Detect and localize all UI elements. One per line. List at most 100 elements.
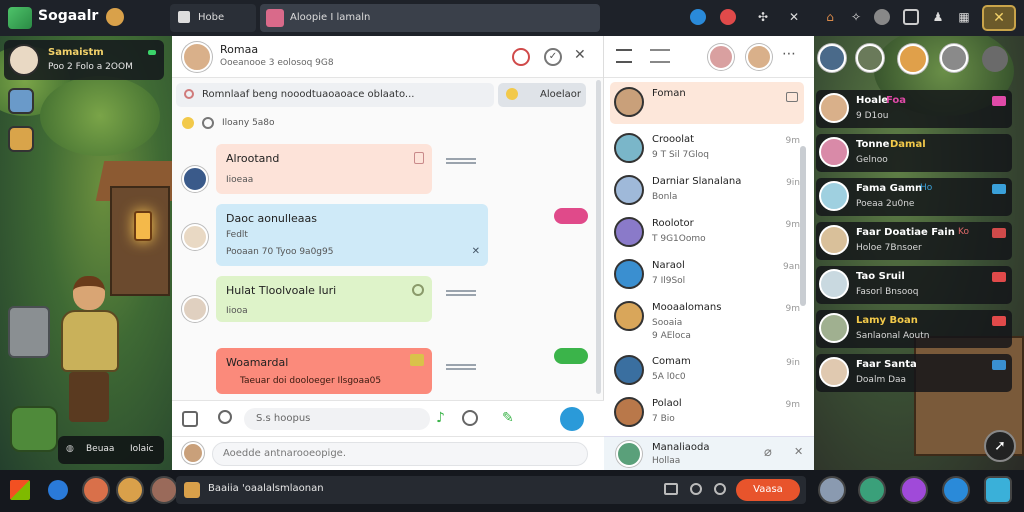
close-icon[interactable]: ✕ (472, 246, 480, 257)
shield-icon (414, 152, 424, 164)
contact-row[interactable]: Darniar Slanalana Bonla 9in (610, 170, 804, 212)
window-icon[interactable] (903, 9, 919, 25)
tools-icon[interactable]: ✧ (848, 9, 864, 25)
party-avatar[interactable] (818, 44, 846, 72)
app-menu-icon[interactable] (106, 8, 124, 26)
close-chat-icon[interactable]: ✕ (574, 47, 586, 63)
record-icon[interactable] (690, 483, 702, 495)
contact-avatar (616, 441, 642, 467)
friend-row[interactable]: Hoale Foa 9 D1ou (816, 90, 1012, 128)
contact-avatar (614, 133, 644, 163)
grid-icon[interactable]: ▦ (956, 9, 972, 25)
pinned-secondary[interactable]: Aloelaor (498, 83, 586, 107)
emoji-icon[interactable] (462, 410, 478, 426)
friend-row[interactable]: Tao Sruil Fasorl Bnsooq (816, 266, 1012, 304)
message-bubble[interactable]: Alrootand Iioeaa (216, 144, 432, 194)
pencil-icon[interactable]: ✎ (502, 410, 514, 426)
search-input[interactable]: S.s hoopus (244, 408, 430, 430)
contact-row[interactable]: Comam 5A l0c0 9in (610, 350, 804, 392)
extensions-icon[interactable]: ✣ (755, 9, 771, 25)
cursor-action-button[interactable]: ➚ (984, 430, 1016, 462)
friend-row[interactable]: Faar Doatiae Fain Ko Holoe 7Bnsoer (816, 222, 1012, 260)
taskbar-app-icon[interactable] (942, 476, 970, 504)
tab-home[interactable]: Hobe (170, 4, 256, 32)
more-icon[interactable]: ⋯ (782, 46, 796, 62)
sender-avatar[interactable] (182, 224, 208, 250)
pinned-message[interactable]: Romnlaaf beng nooodtuaoaoace oblaato... (176, 83, 494, 107)
send-button[interactable] (560, 407, 584, 431)
notification-bar[interactable]: Baaiia 'oaalalsmlaonan Vaasa (176, 476, 806, 504)
music-icon[interactable]: ♪ (436, 410, 445, 426)
message-input[interactable]: Aoedde antnarooeopige. (212, 442, 588, 466)
taskbar-app-icon[interactable] (900, 476, 928, 504)
message-bubble[interactable]: Daoc aonulleaas Fedlt Pooaan 70 Tyoo 9a0… (216, 204, 488, 266)
group-avatar[interactable] (708, 44, 734, 70)
badge-icon (410, 354, 424, 366)
top-bar: Sogaalr Hobe Aloopie I lamaln ✣ ✕ ⌂ ✧ ♟ … (0, 0, 1024, 36)
sync-icon[interactable] (714, 483, 726, 495)
message-bubble[interactable]: Hulat Tloolvoale Iuri Iiooa (216, 276, 432, 322)
contact-row[interactable]: Naraol 7 Il9Sol 9an (610, 254, 804, 296)
taskbar-app-icon[interactable] (818, 476, 846, 504)
check-icon[interactable]: ✓ (544, 48, 562, 66)
taskview-icon[interactable] (48, 480, 68, 500)
message-bubble[interactable]: Woamardal Taeuar doi dooloeger Ilsgoaa05 (216, 348, 432, 394)
taskbar-app-icon[interactable] (984, 476, 1012, 504)
notification-text: Baaiia 'oaalalsmlaonan (208, 483, 324, 494)
notification-icon[interactable] (720, 9, 736, 25)
reaction-badge[interactable] (554, 208, 588, 224)
chat-scrollbar[interactable] (596, 80, 601, 394)
contact-row[interactable]: Foman (610, 82, 804, 124)
sender-avatar[interactable] (182, 296, 208, 322)
sword-menu-button[interactable]: ✕ (982, 5, 1016, 31)
contact-row[interactable]: Polaol 7 Bio 9m (610, 392, 804, 434)
contact-row[interactable]: Crooolat 9 T Sil 7Gloq 9m (610, 128, 804, 170)
clock-icon (202, 117, 214, 129)
close-icon[interactable]: ✕ (786, 9, 802, 25)
taskbar-app-icon[interactable] (82, 476, 110, 504)
sender-avatar[interactable] (182, 166, 208, 192)
taskbar-app-icon[interactable] (150, 476, 178, 504)
view-button[interactable]: Vaasa (736, 479, 800, 501)
friend-row[interactable]: Lamy Boan Sanlaonal Aoutn (816, 310, 1012, 348)
chat-contact-avatar[interactable] (182, 42, 212, 72)
profile-icon[interactable] (874, 9, 890, 25)
menu-icon[interactable] (650, 49, 670, 63)
friend-row[interactable]: Fama Gamn Ho Poeaa 2u0ne (816, 178, 1012, 216)
edge-icon[interactable] (690, 9, 706, 25)
house-icon[interactable]: ⌂ (822, 9, 838, 25)
friend-row[interactable]: Tonne Damal Gelnoo (816, 134, 1012, 172)
taskbar-app-icon[interactable] (858, 476, 886, 504)
game-icon[interactable]: ♟ (930, 9, 946, 25)
contact-row[interactable]: Roolotor T 9G1Oomo 9m (610, 212, 804, 254)
taskbar-app-icon[interactable] (116, 476, 144, 504)
resource-badge[interactable]: ◍ Beuaa Iolaic (58, 436, 164, 464)
list-icon[interactable] (616, 49, 632, 63)
pet-icon[interactable] (8, 126, 34, 152)
hero-character[interactable] (55, 276, 125, 426)
tab-active-chat[interactable]: Aloopie I lamaln (260, 4, 600, 32)
share-icon[interactable] (182, 411, 198, 427)
status-tag (992, 360, 1006, 370)
close-icon[interactable]: ✕ (794, 445, 803, 458)
attach-icon[interactable]: ⌀ (764, 445, 772, 460)
reaction-badge[interactable] (554, 348, 588, 364)
screen-icon[interactable] (664, 483, 678, 495)
friend-row[interactable]: Faar Santa Doalm Daa (816, 354, 1012, 392)
info-icon (412, 284, 424, 296)
party-avatar[interactable] (856, 44, 884, 72)
player-status-card[interactable]: Samaistm Poo 2 Folo a 2OOM (4, 40, 164, 80)
party-avatar[interactable] (898, 44, 928, 74)
map-icon[interactable] (8, 88, 34, 114)
pin-icon (184, 89, 194, 99)
contact-row[interactable]: Mooaalomans Sooaia 9 AEloca 9m (610, 296, 804, 346)
gear-icon[interactable] (982, 46, 1008, 72)
contacts-scrollbar[interactable] (800, 146, 806, 306)
group-avatar[interactable] (746, 44, 772, 70)
search-icon[interactable] (218, 410, 232, 424)
windows-start-icon[interactable] (10, 480, 30, 500)
party-avatar[interactable] (940, 44, 968, 72)
read-receipt (446, 290, 476, 296)
call-icon[interactable] (512, 48, 530, 66)
contact-row[interactable]: Manaliaoda Hollaa ⌀ ✕ (604, 436, 814, 470)
